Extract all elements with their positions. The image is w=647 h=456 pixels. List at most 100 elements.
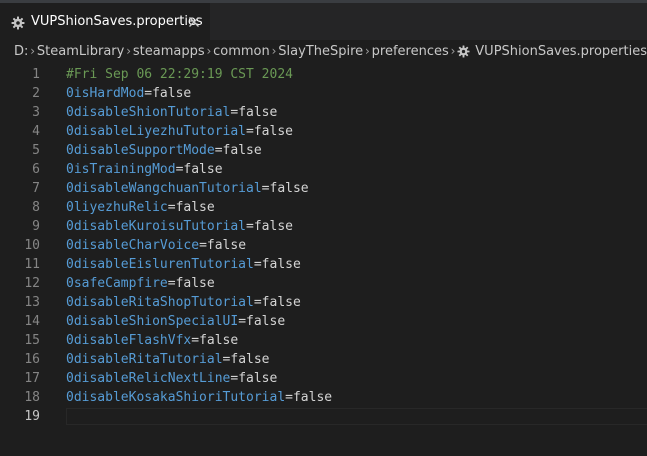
code-line[interactable]: 11 0disableEislurenTutorial=false — [0, 255, 647, 274]
gear-icon — [457, 44, 470, 58]
property-value: false — [253, 219, 293, 234]
chevron-right-icon: › — [271, 44, 277, 58]
line-number: 11 — [24, 257, 40, 272]
breadcrumb-item-drive[interactable]: D: — [14, 44, 28, 59]
line-content: 0disableCharVoice=false — [66, 236, 246, 255]
property-value: false — [152, 86, 192, 101]
code-line[interactable]: 14 0disableShionSpecialUI=false — [0, 312, 647, 331]
code-line[interactable]: 6 0isTrainingMod=false — [0, 160, 647, 179]
line-content: 0disableEislurenTutorial=false — [66, 255, 301, 274]
property-value: false — [183, 162, 223, 177]
code-line[interactable]: 4 0disableLiyezhuTutorial=false — [0, 122, 647, 141]
property-key: 0disableCharVoice — [66, 238, 200, 253]
chevron-right-icon: › — [450, 44, 456, 58]
property-key: 0disableKuroisuTutorial — [66, 219, 247, 234]
equals-sign: = — [261, 181, 270, 196]
property-value: false — [253, 124, 293, 139]
equals-sign: = — [214, 143, 223, 158]
property-key: 0disableShionSpecialUI — [66, 314, 239, 329]
property-key: 0disableRitaTutorial — [66, 352, 223, 367]
line-number: 9 — [32, 219, 40, 234]
line-number: 19 — [24, 409, 40, 424]
line-content: 0disableLiyezhuTutorial=false — [66, 122, 293, 141]
comment-text: #Fri Sep 06 22:29:19 CST 2024 — [66, 67, 293, 82]
code-line[interactable]: 12 0safeCampfire=false — [0, 274, 647, 293]
equals-sign: = — [246, 124, 254, 139]
line-number: 13 — [24, 295, 40, 310]
tab-vupshionsaves[interactable]: VUPShionSaves.properties — [0, 3, 210, 40]
equals-sign: = — [144, 86, 153, 101]
line-number: 15 — [24, 333, 40, 348]
code-editor[interactable]: 1 #Fri Sep 06 22:29:19 CST 2024 2 0isHardMo… — [0, 62, 647, 456]
line-content: 0disableFlashVfx=false — [66, 331, 238, 350]
breadcrumb-item-file[interactable]: VUPShionSaves.properties — [457, 44, 647, 59]
gear-icon — [11, 15, 25, 29]
property-key: 0disableSupportMode — [66, 143, 215, 158]
code-line[interactable]: 9 0disableKuroisuTutorial=false — [0, 217, 647, 236]
line-number: 6 — [32, 162, 40, 177]
breadcrumb: D: › SteamLibrary › steamapps › common ›… — [0, 40, 647, 62]
breadcrumb-item-steamapps[interactable]: steamapps — [133, 44, 205, 59]
property-key: 0safeCampfire — [66, 276, 168, 291]
breadcrumb-item-slaythespire[interactable]: SlayTheSpire — [278, 44, 363, 59]
line-content: 0disableRelicNextLine=false — [66, 369, 277, 388]
code-line[interactable]: 7 0disableWangchuanTutorial=false — [0, 179, 647, 198]
breadcrumb-item-common[interactable]: common — [213, 44, 270, 59]
line-number: 10 — [24, 238, 40, 253]
property-key: 0disableShionTutorial — [66, 105, 231, 120]
line-number: 17 — [24, 371, 40, 386]
line-content: 0disableRitaShopTutorial=false — [66, 293, 301, 312]
code-line[interactable]: 18 0disableKosakaShioriTutorial=false — [0, 388, 647, 407]
code-line[interactable]: 13 0disableRitaShopTutorial=false — [0, 293, 647, 312]
code-line[interactable]: 16 0disableRitaTutorial=false — [0, 350, 647, 369]
property-key: 0liyezhuRelic — [66, 200, 168, 215]
code-line[interactable]: 2 0isHardMod=false — [0, 84, 647, 103]
line-number: 7 — [32, 181, 40, 196]
line-content: 0disableWangchuanTutorial=false — [66, 179, 309, 198]
property-value: false — [238, 371, 278, 386]
property-value: false — [175, 200, 215, 215]
line-content: 0disableShionTutorial=false — [66, 103, 277, 122]
property-key: 0disableWangchuanTutorial — [66, 181, 262, 196]
line-number: 16 — [24, 352, 40, 367]
property-value: false — [246, 314, 286, 329]
code-line[interactable]: 3 0disableShionTutorial=false — [0, 103, 647, 122]
property-value: false — [261, 257, 301, 272]
line-content: 0liyezhuRelic=false — [66, 198, 215, 217]
line-content: 0disableShionSpecialUI=false — [66, 312, 285, 331]
line-number: 5 — [32, 143, 40, 158]
breadcrumb-file-label: VUPShionSaves.properties — [475, 43, 647, 59]
property-value: false — [222, 143, 262, 158]
equals-sign: = — [167, 200, 176, 215]
line-number: 18 — [24, 390, 40, 405]
property-key: 0disableFlashVfx — [66, 333, 192, 348]
line-number: 3 — [32, 105, 40, 120]
code-line[interactable]: 5 0disableSupportMode=false — [0, 141, 647, 160]
property-value: false — [238, 105, 278, 120]
line-number: 8 — [32, 200, 40, 215]
code-line[interactable]: 19 — [0, 407, 647, 426]
breadcrumb-item-preferences[interactable]: preferences — [372, 44, 449, 59]
property-key: 0disableRitaShopTutorial — [66, 295, 254, 310]
chevron-right-icon: › — [30, 44, 36, 58]
equals-sign: = — [285, 390, 293, 405]
code-line[interactable]: 15 0disableFlashVfx=false — [0, 331, 647, 350]
property-key: 0isHardMod — [66, 86, 145, 101]
property-key: 0disableEislurenTutorial — [66, 257, 254, 272]
line-content: 0disableSupportMode=false — [66, 141, 262, 160]
breadcrumb-item-steamlibrary[interactable]: SteamLibrary — [37, 44, 124, 59]
line-number: 12 — [24, 276, 40, 291]
equals-sign: = — [246, 219, 254, 234]
line-content: 0disableKosakaShioriTutorial=false — [66, 388, 332, 407]
code-line[interactable]: 10 0disableCharVoice=false — [0, 236, 647, 255]
equals-sign: = — [199, 238, 207, 253]
code-line[interactable]: 8 0liyezhuRelic=false — [0, 198, 647, 217]
line-content: #Fri Sep 06 22:29:19 CST 2024 — [66, 65, 293, 84]
property-value: false — [230, 352, 270, 367]
tab-bar: VUPShionSaves.properties — [0, 0, 647, 40]
code-line[interactable]: 17 0disableRelicNextLine=false — [0, 369, 647, 388]
line-content: 0safeCampfire=false — [66, 274, 215, 293]
close-icon[interactable] — [187, 14, 201, 28]
line-number: 2 — [32, 86, 40, 101]
code-line[interactable]: 1 #Fri Sep 06 22:29:19 CST 2024 — [0, 65, 647, 84]
